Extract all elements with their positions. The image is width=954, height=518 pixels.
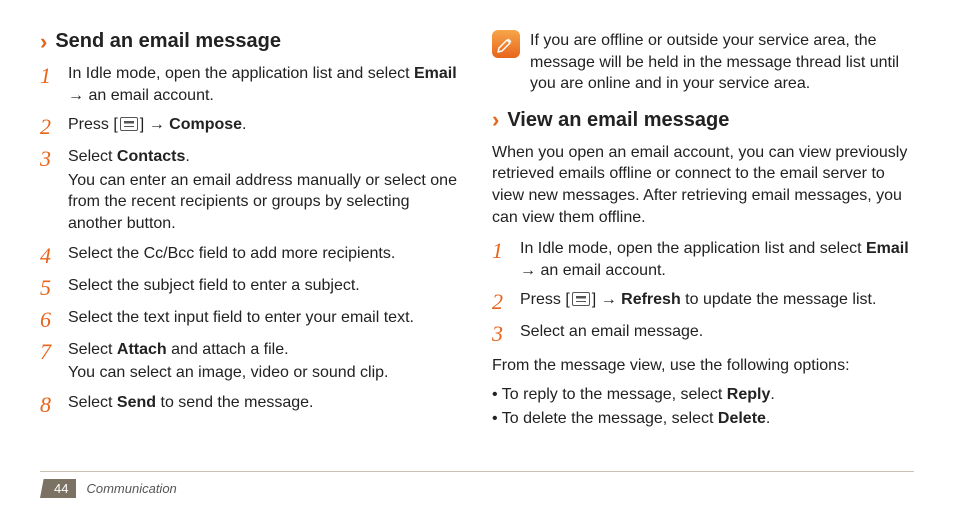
step-text: Press [] → Refresh to update the message…	[520, 289, 914, 313]
view-email-intro: When you open an email account, you can …	[492, 142, 914, 228]
step-number: 3	[492, 321, 520, 345]
step-text: Select Send to send the message.	[68, 392, 462, 416]
bold-term: Reply	[727, 386, 771, 403]
step-number: 4	[40, 243, 68, 267]
chevron-icon: ›	[492, 109, 499, 131]
step-item: 6Select the text input field to enter yo…	[40, 307, 462, 331]
step-number: 1	[40, 63, 68, 106]
options-intro: From the message view, use the following…	[492, 355, 914, 377]
step-item: 7Select Attach and attach a file.You can…	[40, 339, 462, 384]
page-number: 44	[40, 479, 76, 498]
list-item: To delete the message, select Delete.	[492, 407, 914, 431]
step-text: In Idle mode, open the application list …	[520, 238, 914, 281]
footer-rule	[40, 471, 914, 472]
step-text: Select an email message.	[520, 321, 914, 345]
list-item: To reply to the message, select Reply.	[492, 383, 914, 407]
step-number: 2	[492, 289, 520, 313]
step-number: 7	[40, 339, 68, 384]
step-item: 5Select the subject field to enter a sub…	[40, 275, 462, 299]
bold-term: Send	[117, 394, 156, 411]
step-item: 2Press [] → Compose.	[40, 114, 462, 138]
step-text: Select the Cc/Bcc field to add more reci…	[68, 243, 462, 267]
step-number: 1	[492, 238, 520, 281]
step-text: Press [] → Compose.	[68, 114, 462, 138]
step-number: 6	[40, 307, 68, 331]
heading-view-email: › View an email message	[492, 109, 914, 132]
left-column: › Send an email message 1In Idle mode, o…	[40, 30, 462, 460]
note-icon	[492, 30, 520, 58]
step-text: Select Contacts.You can enter an email a…	[68, 146, 462, 234]
step-text: Select Attach and attach a file.You can …	[68, 339, 462, 384]
note-box: If you are offline or outside your servi…	[492, 30, 914, 95]
step-item: 2Press [] → Refresh to update the messag…	[492, 289, 914, 313]
chevron-icon: ›	[40, 31, 47, 53]
footer-section: Communication	[86, 481, 176, 496]
send-email-steps: 1In Idle mode, open the application list…	[40, 63, 462, 416]
step-item: 1In Idle mode, open the application list…	[40, 63, 462, 106]
step-text: Select the text input field to enter you…	[68, 307, 462, 331]
options-list: To reply to the message, select Reply.To…	[492, 383, 914, 431]
bold-term: Email	[414, 65, 457, 82]
page-footer: 44 Communication	[40, 479, 177, 498]
step-item: 4Select the Cc/Bcc field to add more rec…	[40, 243, 462, 267]
bold-term: Attach	[117, 341, 167, 358]
step-text: In Idle mode, open the application list …	[68, 63, 462, 106]
step-item: 1In Idle mode, open the application list…	[492, 238, 914, 281]
step-number: 8	[40, 392, 68, 416]
step-item: 8Select Send to send the message.	[40, 392, 462, 416]
bold-term: Contacts	[117, 148, 185, 165]
heading-text: Send an email message	[55, 30, 281, 53]
step-number: 2	[40, 114, 68, 138]
bold-term: Delete	[718, 410, 766, 427]
bold-term: Refresh	[621, 291, 681, 308]
step-subtext: You can enter an email address manually …	[68, 170, 462, 235]
menu-icon	[572, 292, 590, 306]
step-number: 3	[40, 146, 68, 234]
bold-term: Email	[866, 240, 909, 257]
heading-text: View an email message	[507, 109, 729, 132]
note-text: If you are offline or outside your servi…	[530, 30, 914, 95]
bold-term: Compose	[169, 116, 242, 133]
step-number: 5	[40, 275, 68, 299]
menu-icon	[120, 117, 138, 131]
heading-send-email: › Send an email message	[40, 30, 462, 53]
step-subtext: You can select an image, video or sound …	[68, 362, 462, 384]
step-item: 3Select Contacts.You can enter an email …	[40, 146, 462, 234]
step-text: Select the subject field to enter a subj…	[68, 275, 462, 299]
step-item: 3Select an email message.	[492, 321, 914, 345]
view-email-steps: 1In Idle mode, open the application list…	[492, 238, 914, 345]
right-column: If you are offline or outside your servi…	[492, 30, 914, 460]
